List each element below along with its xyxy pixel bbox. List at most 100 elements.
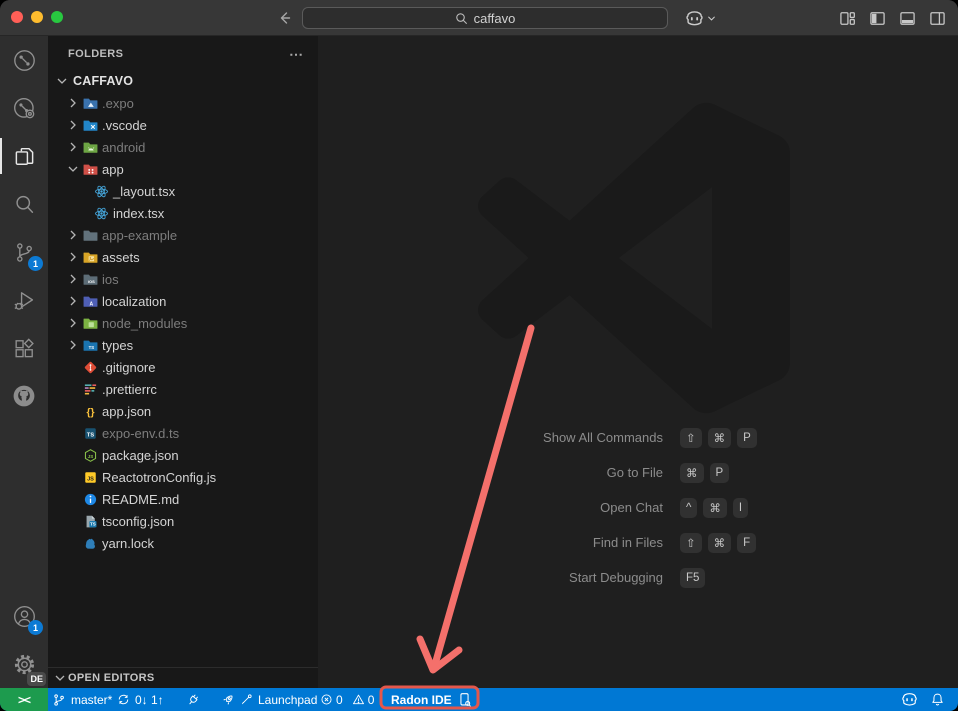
file-label: ios xyxy=(102,272,119,287)
chevron-right-icon xyxy=(65,293,81,309)
svg-text:JS: JS xyxy=(87,453,93,458)
toggle-primary-sidebar-icon[interactable] xyxy=(869,10,886,27)
shortcut-row: Open Chat^⌘I xyxy=(318,490,958,525)
port-status-item[interactable] xyxy=(186,688,200,711)
keycap: P xyxy=(710,463,730,483)
svg-text:JS: JS xyxy=(87,476,94,482)
branch-status-item[interactable]: master* xyxy=(52,688,112,711)
tree-item-app-json[interactable]: {}app.json xyxy=(48,400,318,422)
file-label: yarn.lock xyxy=(102,536,154,551)
shortcut-row: Find in Files⇧⌘F xyxy=(318,525,958,560)
tree-item-index-tsx[interactable]: index.tsx xyxy=(48,202,318,224)
close-button[interactable] xyxy=(11,11,23,23)
tree-item--layout-tsx[interactable]: _layout.tsx xyxy=(48,180,318,202)
chevron-spacer xyxy=(65,425,81,441)
file-tree: CAFFAVO.expo .vscode android app_layout.tsx… xyxy=(48,70,318,554)
folder-ios-icon: iOS xyxy=(81,271,99,287)
search-view-icon[interactable] xyxy=(0,180,48,228)
keycap: F5 xyxy=(680,568,705,588)
sync-icon xyxy=(117,693,130,706)
radon-ide-label: Radon IDE xyxy=(391,693,452,707)
folder-node-icon xyxy=(81,315,99,331)
profile-badge: DE xyxy=(27,672,46,686)
chevron-right-icon xyxy=(65,315,81,331)
tree-item--vscode[interactable]: .vscode xyxy=(48,114,318,136)
problems-status-item[interactable]: 0 0 xyxy=(320,688,374,711)
open-editors-header[interactable]: OPEN EDITORS xyxy=(48,667,318,688)
svg-text:iOS: iOS xyxy=(87,278,94,283)
chevron-down-icon xyxy=(65,161,81,177)
radon-inspect-view-icon[interactable] xyxy=(0,84,48,132)
shortcut-keys: ⇧⌘F xyxy=(663,533,958,553)
toggle-panel-icon[interactable] xyxy=(899,10,916,27)
settings-gear-icon[interactable]: DE xyxy=(0,640,48,688)
tree-item-assets[interactable]: assets xyxy=(48,246,318,268)
file-label: index.tsx xyxy=(113,206,164,221)
chevron-spacer xyxy=(65,403,81,419)
launchpad-status-item[interactable]: Launchpad xyxy=(221,688,317,711)
file-label: .vscode xyxy=(102,118,147,133)
extensions-view-icon[interactable] xyxy=(0,324,48,372)
file-label: app.json xyxy=(102,404,151,419)
explorer-view-icon[interactable] xyxy=(0,132,48,180)
remote-indicator[interactable]: >< xyxy=(0,688,48,711)
radon-ide-view-icon[interactable] xyxy=(0,36,48,84)
tree-item-app[interactable]: app xyxy=(48,158,318,180)
chevron-right-icon xyxy=(65,95,81,111)
tree-item-node-modules[interactable]: node_modules xyxy=(48,312,318,334)
vscode-watermark-logo xyxy=(478,102,790,414)
tree-item--gitignore[interactable]: .gitignore xyxy=(48,356,318,378)
minimize-button[interactable] xyxy=(31,11,43,23)
shortcut-keys: ^⌘I xyxy=(663,498,958,518)
source-control-view-icon[interactable]: 1 xyxy=(0,228,48,276)
radon-ide-status-item[interactable]: Radon IDE xyxy=(391,688,472,711)
tsconfig-icon: TS xyxy=(81,513,99,529)
tree-item--prettierrc[interactable]: .prettierrc xyxy=(48,378,318,400)
warning-count: 0 xyxy=(368,693,375,707)
file-label: assets xyxy=(102,250,140,265)
file-label: .gitignore xyxy=(102,360,155,375)
run-debug-view-icon[interactable] xyxy=(0,276,48,324)
react-icon xyxy=(92,183,110,199)
branch-label: master* xyxy=(71,693,112,707)
accounts-icon[interactable]: 1 xyxy=(0,592,48,640)
copilot-menu-button[interactable] xyxy=(685,0,716,36)
keycap: ⌘ xyxy=(708,428,732,448)
bell-icon xyxy=(930,692,945,707)
tree-item-yarn-lock[interactable]: yarn.lock xyxy=(48,532,318,554)
chevron-down-icon xyxy=(54,73,70,89)
rocket-icon xyxy=(221,693,235,707)
tree-item-app-example[interactable]: app-example xyxy=(48,224,318,246)
search-value: caffavo xyxy=(474,11,516,26)
notifications-status-item[interactable] xyxy=(930,688,945,711)
tree-item--expo[interactable]: .expo xyxy=(48,92,318,114)
warning-icon xyxy=(352,693,365,706)
github-view-icon[interactable] xyxy=(0,372,48,420)
chevron-spacer xyxy=(76,183,92,199)
tree-item-tsconfig-json[interactable]: TStsconfig.json xyxy=(48,510,318,532)
keycap: ⇧ xyxy=(680,533,702,553)
tree-item-types[interactable]: TStypes xyxy=(48,334,318,356)
yarn-icon xyxy=(81,535,99,551)
tree-item-expo-env-d-ts[interactable]: TSexpo-env.d.ts xyxy=(48,422,318,444)
file-label: ReactotronConfig.js xyxy=(102,470,216,485)
command-center-search[interactable]: caffavo xyxy=(302,7,668,29)
tree-item-reactotronconfig-js[interactable]: JS ReactotronConfig.js xyxy=(48,466,318,488)
customize-layout-icon[interactable] xyxy=(839,10,856,27)
sync-status-item[interactable]: 0↓ 1↑ xyxy=(117,688,164,711)
toggle-secondary-sidebar-icon[interactable] xyxy=(929,10,946,27)
copilot-status-item[interactable] xyxy=(901,688,918,711)
tree-item-android[interactable]: android xyxy=(48,136,318,158)
zoom-button[interactable] xyxy=(51,11,63,23)
folder-types-icon: TS xyxy=(81,337,99,353)
tree-item-localization[interactable]: Alocalization xyxy=(48,290,318,312)
file-label: android xyxy=(102,140,145,155)
chevron-spacer xyxy=(65,469,81,485)
tree-item-readme-md[interactable]: README.md xyxy=(48,488,318,510)
more-actions-icon[interactable]: ⋯ xyxy=(289,46,304,63)
nav-back-icon[interactable] xyxy=(276,10,292,26)
tree-root-folder[interactable]: CAFFAVO xyxy=(48,70,318,92)
tree-item-package-json[interactable]: JSpackage.json xyxy=(48,444,318,466)
tree-item-ios[interactable]: iOS ios xyxy=(48,268,318,290)
chevron-right-icon xyxy=(65,227,81,243)
